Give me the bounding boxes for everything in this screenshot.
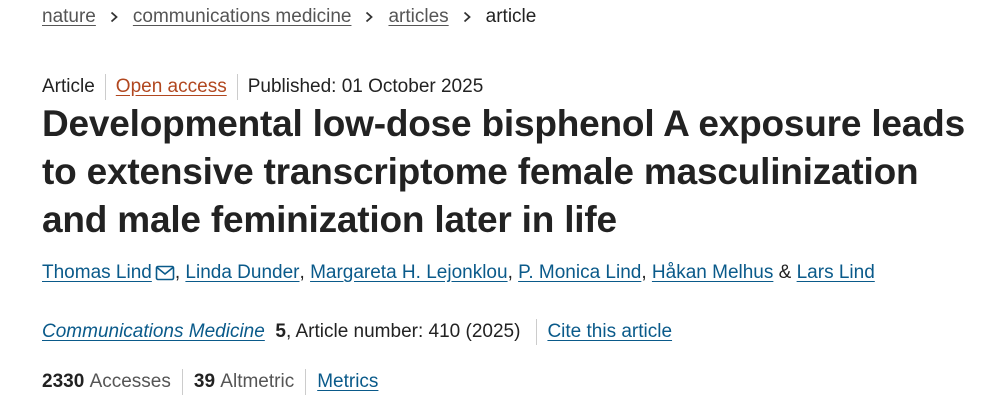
published-date: Published: 01 October 2025 xyxy=(247,76,484,97)
author-link[interactable]: Thomas Lind xyxy=(42,262,152,284)
article-type: Article xyxy=(42,76,95,97)
divider xyxy=(181,369,183,395)
article-number: , Article number: 410 (2025) xyxy=(285,321,521,342)
divider xyxy=(536,319,538,345)
altmetric-label: Altmetric xyxy=(220,371,295,392)
breadcrumb-current: article xyxy=(485,6,537,27)
citation-line: Communications Medicine 5 , Article numb… xyxy=(42,318,672,346)
author-link[interactable]: Håkan Melhus xyxy=(652,262,773,284)
breadcrumb-link-nature[interactable]: nature xyxy=(42,6,96,28)
author-link[interactable]: Lars Lind xyxy=(797,262,875,284)
breadcrumb-link-communications-medicine[interactable]: communications medicine xyxy=(133,6,352,28)
author-separator: , xyxy=(641,262,652,283)
breadcrumb-link-articles[interactable]: articles xyxy=(388,6,448,28)
article-metrics: 2330 Accesses 39 Altmetric Metrics xyxy=(42,368,378,396)
altmetric-count: 39 xyxy=(193,371,216,392)
article-title: Developmental low-dose bisphenol A expos… xyxy=(42,103,965,240)
chevron-right-icon xyxy=(463,11,471,23)
article-meta: Article Open access Published: 01 Octobe… xyxy=(42,74,493,100)
author-link[interactable]: P. Monica Lind xyxy=(518,262,641,284)
author-list: Thomas Lind , Linda Dunder , Margareta H… xyxy=(42,262,875,284)
author-separator: , xyxy=(299,262,311,283)
author-separator: , xyxy=(174,262,186,283)
divider xyxy=(305,369,307,395)
open-access-link[interactable]: Open access xyxy=(116,76,227,97)
chevron-right-icon xyxy=(366,11,374,23)
chevron-right-icon xyxy=(110,11,118,23)
mail-icon[interactable] xyxy=(155,265,175,281)
journal-link[interactable]: Communications Medicine xyxy=(42,321,265,343)
accesses-label: Accesses xyxy=(89,371,171,392)
author-link[interactable]: Margareta H. Lejonklou xyxy=(310,262,508,284)
author-link[interactable]: Linda Dunder xyxy=(185,262,299,284)
cite-this-article-link[interactable]: Cite this article xyxy=(547,321,672,343)
author-separator: , xyxy=(507,262,519,283)
metrics-link[interactable]: Metrics xyxy=(317,371,378,393)
breadcrumb: nature communications medicine articles … xyxy=(42,5,536,29)
accesses-count: 2330 xyxy=(42,371,85,392)
volume-number: 5 xyxy=(275,321,286,342)
author-separator-last: & xyxy=(773,262,797,283)
